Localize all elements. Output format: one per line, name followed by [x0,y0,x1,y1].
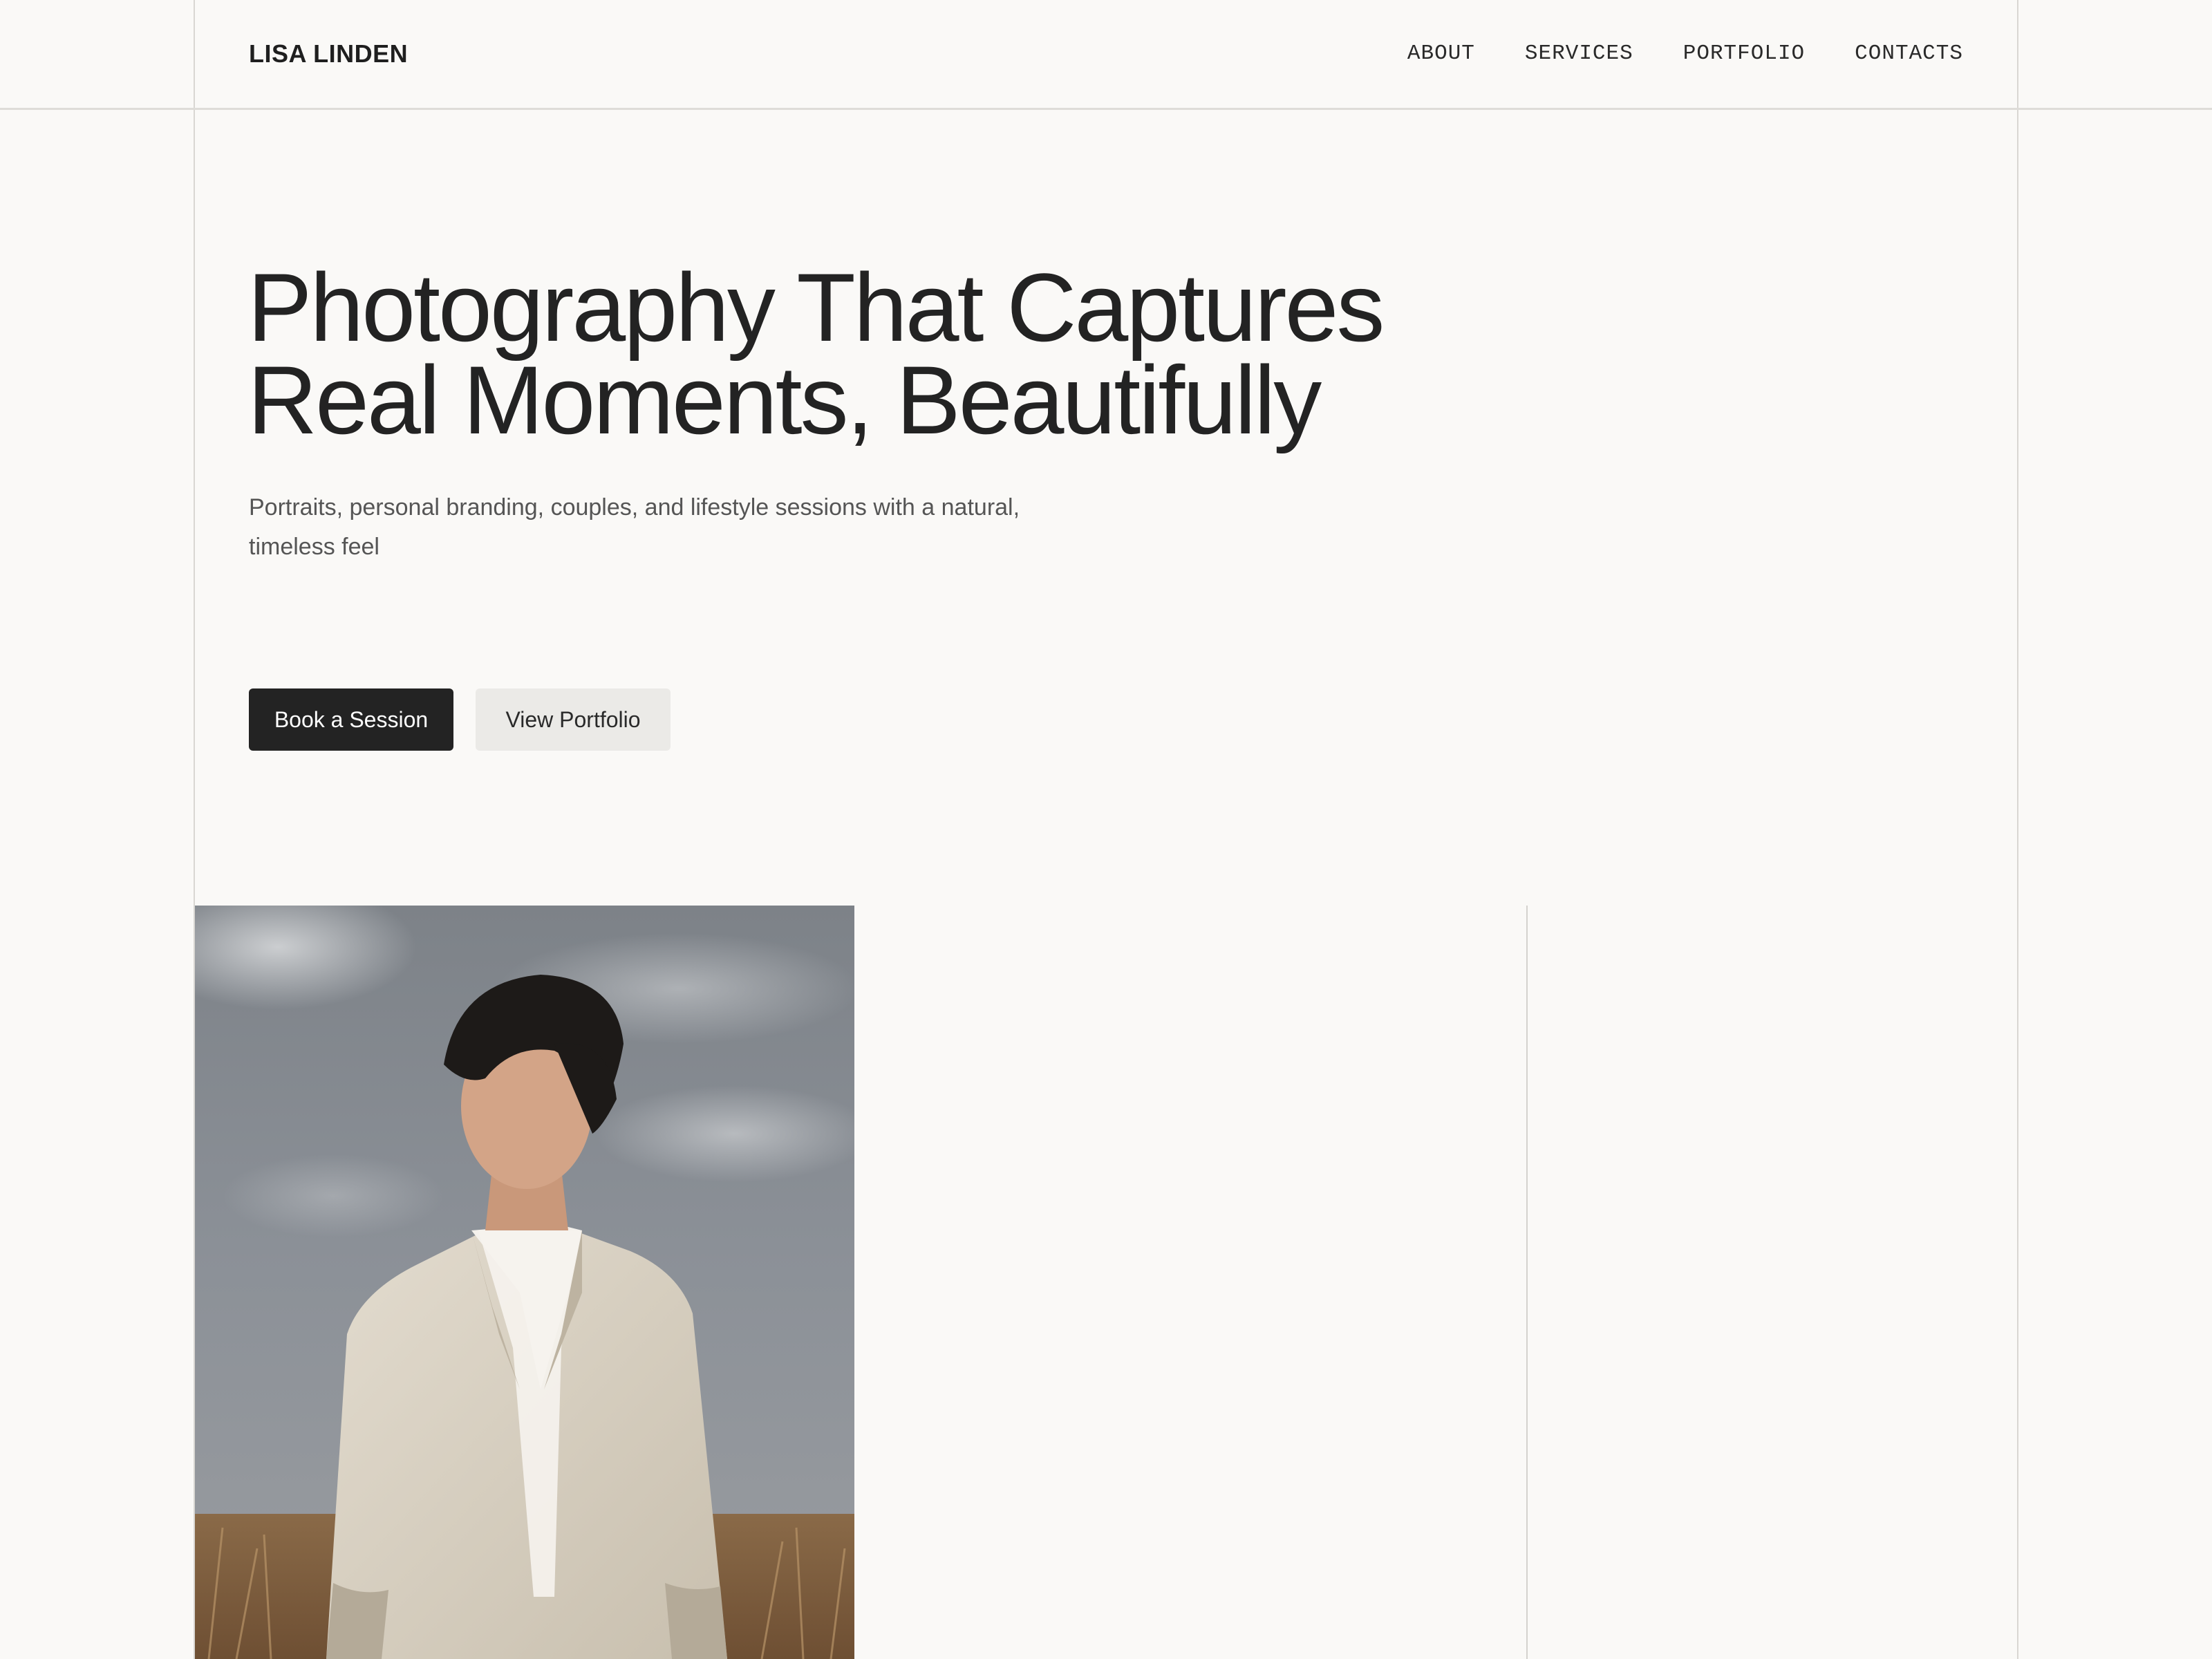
view-portfolio-button[interactable]: View Portfolio [476,688,671,751]
nav-item-portfolio[interactable]: PORTFOLIO [1683,40,1805,68]
nav-item-services[interactable]: SERVICES [1525,40,1633,68]
site-header: LISA LINDEN ABOUT SERVICES PORTFOLIO CON… [195,0,2017,108]
hero-title-line-2: Real Moments, Beautifully [247,346,1322,454]
hero-title-line-1: Photography That Captures [247,253,1385,362]
site-logo[interactable]: LISA LINDEN [249,39,408,69]
frame-line-right [2017,0,2018,1659]
header-divider [0,108,2212,110]
hero-title: Photography That Captures Real Moments, … [247,253,1699,454]
book-session-button[interactable]: Book a Session [249,688,453,751]
nav-item-contacts[interactable]: CONTACTS [1855,40,1963,68]
hero-portrait-photo [195,906,854,1659]
grid-line-middle [1526,906,1528,1659]
nav-item-about[interactable]: ABOUT [1407,40,1475,68]
main-nav: ABOUT SERVICES PORTFOLIO CONTACTS [1407,40,1963,68]
hero-actions: Book a Session View Portfolio [249,688,671,751]
hero-subtitle: Portraits, personal branding, couples, a… [249,494,1020,560]
